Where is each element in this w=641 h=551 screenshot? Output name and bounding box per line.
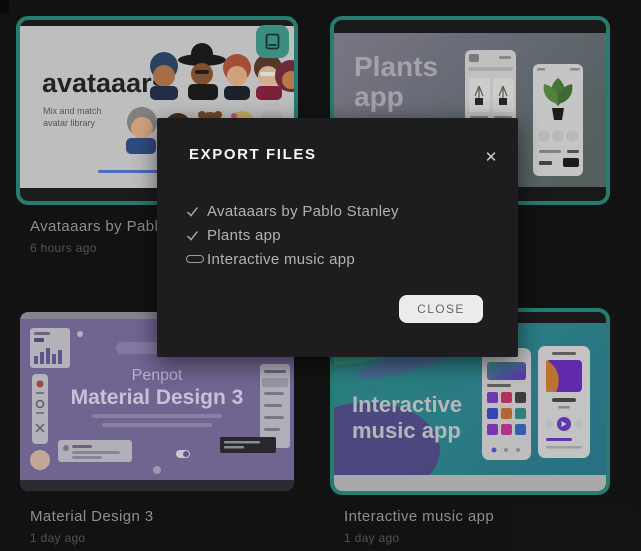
export-item-label: Interactive music app <box>207 251 355 268</box>
check-icon <box>186 229 207 242</box>
modal-title: EXPORT FILES <box>189 146 317 163</box>
export-item: Plants app <box>186 223 486 247</box>
export-item: Interactive music app <box>186 247 486 271</box>
export-item: Avataaars by Pablo Stanley <box>186 199 486 223</box>
export-file-list: Avataaars by Pablo Stanley Plants app In… <box>186 199 486 271</box>
export-files-modal: ✕ EXPORT FILES Avataaars by Pablo Stanle… <box>157 118 518 357</box>
export-item-label: Plants app <box>207 227 281 244</box>
close-button[interactable]: CLOSE <box>399 295 483 323</box>
export-item-label: Avataaars by Pablo Stanley <box>207 203 399 220</box>
check-icon <box>186 205 207 218</box>
close-icon[interactable]: ✕ <box>480 147 502 169</box>
progress-pill-icon <box>186 255 207 263</box>
dashboard-page: avataaars Mix and match avatar library <box>0 0 641 551</box>
